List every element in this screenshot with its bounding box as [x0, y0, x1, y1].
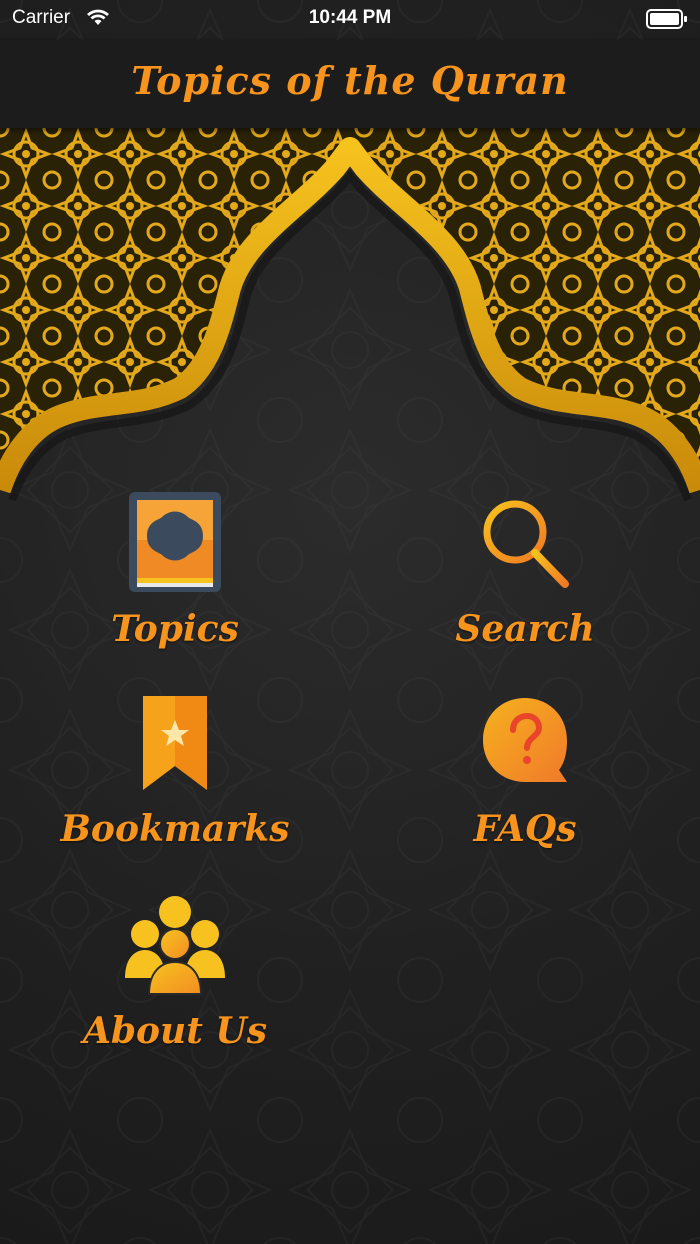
- people-icon: [125, 896, 225, 995]
- question-bubble-icon: [483, 698, 567, 782]
- page-title: Topics of the Quran: [131, 58, 569, 103]
- battery-icon: [646, 9, 687, 29]
- menu-label: Search: [455, 608, 595, 650]
- book-icon: [129, 492, 221, 592]
- navigation-bar: Topics of the Quran: [0, 40, 700, 128]
- status-time: 10:44 PM: [308, 7, 392, 28]
- arch-ornament: [0, 128, 700, 502]
- bookmark-icon: [143, 696, 207, 790]
- menu-item-about-us[interactable]: About Us: [25, 892, 325, 1052]
- status-bar: Carrier 10:44 PM: [0, 0, 700, 40]
- home-screen: Carrier 10:44 PM Topics of the Quran Top…: [0, 0, 700, 1244]
- menu-label: FAQs: [473, 808, 577, 850]
- menu-item-faqs[interactable]: FAQs: [375, 690, 675, 850]
- search-icon: [483, 500, 569, 588]
- menu-item-bookmarks[interactable]: Bookmarks: [25, 690, 325, 850]
- menu-label: Bookmarks: [60, 808, 290, 850]
- menu-item-search[interactable]: Search: [375, 490, 675, 650]
- menu-label: Topics: [111, 608, 239, 650]
- menu-label: About Us: [82, 1010, 268, 1052]
- menu-item-topics[interactable]: Topics: [25, 490, 325, 650]
